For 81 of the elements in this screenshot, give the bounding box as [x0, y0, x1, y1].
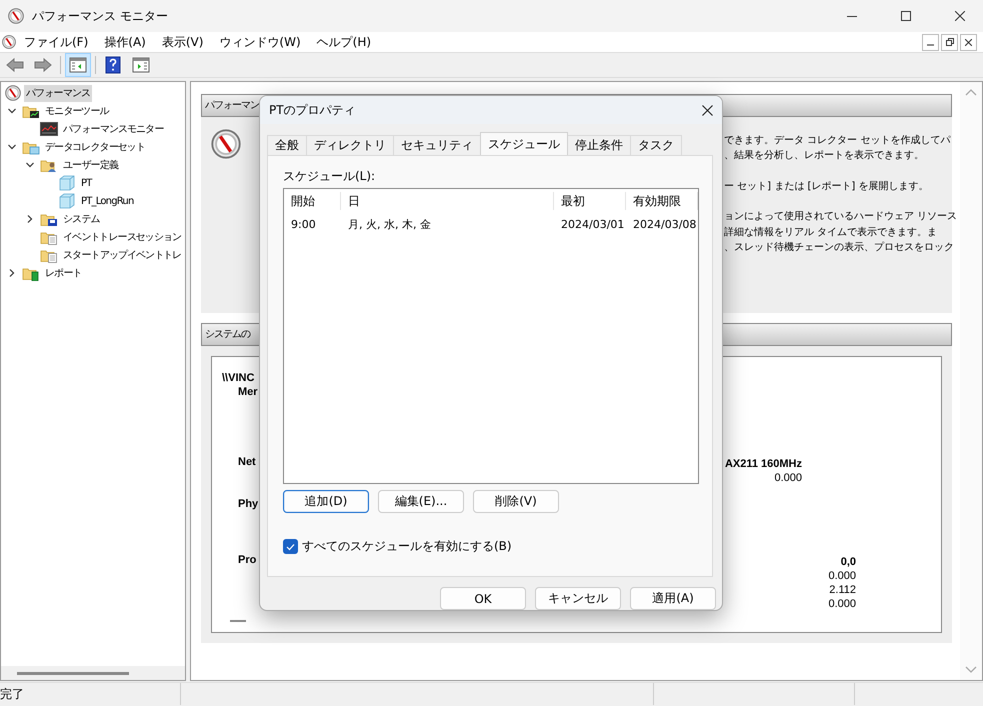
summary-value: 2.112: [829, 583, 856, 597]
maximize-icon: [901, 11, 911, 21]
dataset-icon: [58, 193, 76, 209]
chart-icon: [40, 122, 58, 136]
table-cell-text: 月, 火, 水, 木, 金: [347, 216, 432, 232]
expand-chevron-icon[interactable]: [25, 214, 35, 224]
scrollbar-thumb[interactable]: [230, 620, 246, 622]
tree-item[interactable]: レポート: [43, 264, 84, 282]
tree-item[interactable]: システム: [61, 210, 102, 228]
description-text: できます。データ コレクター セットを作成してパ: [724, 134, 952, 148]
description-text: 、結果を分析し、レポートを表示できます。: [724, 148, 925, 164]
checkbox-label[interactable]: すべてのスケジュールを有効にする(B): [302, 538, 512, 555]
list-action-button[interactable]: 削除(V): [473, 490, 559, 513]
table-cell-text: 2024/03/01: [560, 218, 626, 230]
status-text: 完了: [0, 686, 25, 702]
column-header[interactable]: 開始: [284, 192, 341, 210]
dialog-button[interactable]: キャンセル: [535, 587, 621, 610]
list-action-button[interactable]: 編集(E)...: [378, 490, 464, 513]
close-icon: [955, 11, 965, 21]
summary-label: Mer: [237, 385, 259, 399]
description-text: ー セット] または [レポート] を展開します。: [724, 180, 930, 194]
dialog-title: PTのプロパティ: [269, 102, 357, 118]
console-tree-button[interactable]: [65, 53, 91, 77]
checkbox[interactable]: [283, 539, 298, 554]
summary-value: 0.000: [828, 569, 856, 583]
dialog-button[interactable]: 適用(A): [630, 587, 716, 610]
tree-item[interactable]: スタートアップ イベント トレ: [61, 246, 184, 264]
column-header[interactable]: 有効期限: [626, 192, 698, 210]
menu-item[interactable]: 操作(A): [96, 34, 154, 50]
tab[interactable]: タスク: [630, 135, 682, 155]
tree-item[interactable]: ユーザー定義: [61, 156, 120, 174]
dataset-icon: [58, 175, 76, 191]
restore-icon: [946, 38, 954, 46]
tree-item[interactable]: パフォーマンス モニター: [61, 120, 166, 138]
collapse-chevron-icon[interactable]: [7, 142, 17, 152]
list-action-button[interactable]: 追加(D): [283, 490, 369, 513]
tree-item[interactable]: PT: [79, 174, 94, 192]
checkmark-icon: [286, 542, 295, 550]
menu-item[interactable]: ウィンドウ(W): [211, 34, 309, 50]
tree-item[interactable]: イベント トレース セッション: [61, 228, 184, 246]
description-text: 、スレッド待機チェーンの表示、プロセスをロック: [724, 240, 952, 256]
tree-item[interactable]: データ コレクター セット: [43, 138, 147, 156]
list-label: スケジュール(L):: [283, 168, 376, 184]
close-icon: [702, 104, 712, 116]
summary-value: 0,0: [840, 555, 856, 569]
gauge-icon: [211, 129, 241, 159]
app-icon: [8, 8, 24, 24]
window-title: パフォーマンス モニター: [32, 8, 169, 24]
summary-label: Net: [237, 455, 257, 469]
tree-item[interactable]: パフォーマンス: [24, 84, 92, 102]
table-cell-text: 9:00: [290, 218, 317, 230]
minimize-button[interactable]: [922, 34, 939, 50]
summary-value: 0.000: [774, 471, 802, 485]
close-button[interactable]: [960, 34, 977, 50]
section-title: パフォーマン: [205, 98, 259, 112]
tab[interactable]: 全般: [267, 135, 307, 155]
description-text: 詳細な情報をリアル タイムで表示できます。ま: [724, 226, 938, 240]
tree-item[interactable]: モニター ツール: [43, 102, 111, 120]
column-header[interactable]: 日: [341, 192, 554, 210]
menu-item[interactable]: ヘルプ(H): [308, 34, 380, 50]
expand-chevron-icon[interactable]: [7, 268, 17, 278]
close-icon: [965, 38, 972, 46]
collapse-chevron-icon[interactable]: [7, 106, 17, 116]
section-title: システムの: [205, 328, 250, 342]
column-header[interactable]: 最初: [554, 192, 626, 210]
restore-button[interactable]: [941, 34, 958, 50]
schedule-list[interactable]: 開始 日 最初 有効期限 9:00 月, 火, 水, 木, 金 2024/03/01 2024/03/08: [283, 188, 699, 484]
gauge-icon: [5, 85, 21, 101]
table-cell-text: 2024/03/08: [632, 218, 698, 230]
tab[interactable]: スケジュール: [480, 132, 568, 155]
menu-item[interactable]: ファイル(F): [16, 34, 96, 50]
summary-label: Phy: [237, 497, 260, 511]
tree-item[interactable]: PT_LongRun: [79, 192, 136, 210]
summary-value: 0.000: [828, 597, 856, 611]
summary-label: Pro: [237, 553, 258, 567]
collapse-chevron-icon[interactable]: [25, 160, 35, 170]
menu-item[interactable]: 表示(V): [154, 34, 212, 50]
scrollbar-thumb[interactable]: [17, 672, 129, 674]
summary-value: AX211 160MHz: [724, 457, 802, 471]
summary-label: \\VINC: [222, 371, 256, 385]
dialog-button[interactable]: OK: [440, 587, 526, 610]
